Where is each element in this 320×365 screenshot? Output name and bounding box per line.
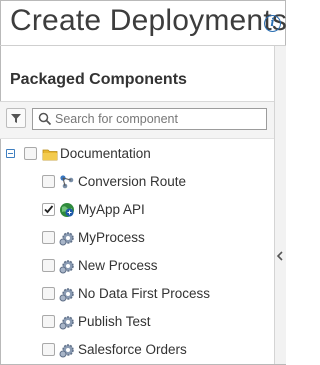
item-label: Conversion Route bbox=[78, 174, 187, 189]
process-gear-icon bbox=[59, 232, 74, 246]
info-icon[interactable]: i bbox=[264, 15, 281, 32]
tree-item-row[interactable]: MyProcess bbox=[0, 226, 274, 250]
process-gear-icon bbox=[59, 316, 74, 330]
process-gear-icon bbox=[59, 260, 74, 274]
folder-label: Documentation bbox=[60, 146, 151, 161]
item-label: New Process bbox=[78, 258, 158, 273]
title-divider bbox=[0, 45, 286, 46]
checkmark-icon bbox=[44, 205, 54, 214]
filter-icon bbox=[11, 114, 21, 123]
item-label: MyProcess bbox=[78, 230, 145, 245]
item-label: MyApp API bbox=[78, 202, 145, 217]
item-label: No Data First Process bbox=[78, 286, 211, 301]
folder-checkbox[interactable] bbox=[24, 147, 37, 160]
tree-item-row[interactable]: New Process bbox=[0, 254, 274, 278]
item-checkbox[interactable] bbox=[42, 231, 55, 244]
folder-icon bbox=[42, 149, 58, 161]
route-icon bbox=[60, 175, 74, 189]
tree-item-row[interactable]: Publish Test bbox=[0, 310, 274, 334]
page-title: Create Deployments bbox=[10, 4, 288, 37]
tree-item-row[interactable]: Conversion Route bbox=[0, 170, 274, 194]
item-label: Publish Test bbox=[78, 314, 151, 329]
item-checkbox[interactable] bbox=[42, 315, 55, 328]
tree-item-row[interactable]: No Data First Process bbox=[0, 282, 274, 306]
search-field[interactable] bbox=[32, 108, 267, 130]
tree-folder-row[interactable]: Documentation bbox=[0, 142, 274, 166]
item-label: Salesforce Orders bbox=[78, 342, 187, 357]
collapse-expander-icon[interactable] bbox=[6, 149, 15, 158]
chevron-left-icon[interactable] bbox=[275, 248, 285, 266]
item-checkbox[interactable] bbox=[42, 259, 55, 272]
item-checkbox[interactable] bbox=[42, 343, 55, 356]
collapsed-side-panel[interactable] bbox=[274, 46, 286, 364]
filter-button[interactable] bbox=[6, 108, 26, 128]
item-checkbox[interactable] bbox=[42, 287, 55, 300]
tree-item-row[interactable]: Salesforce Orders bbox=[0, 338, 274, 362]
search-input[interactable] bbox=[55, 110, 260, 128]
item-checkbox[interactable] bbox=[42, 175, 55, 188]
process-gear-icon bbox=[59, 288, 74, 302]
section-title: Packaged Components bbox=[10, 71, 187, 88]
tree-item-row[interactable]: MyApp API bbox=[0, 198, 274, 222]
process-gear-icon bbox=[59, 344, 74, 358]
api-globe-icon bbox=[60, 203, 74, 217]
search-icon bbox=[38, 112, 52, 126]
item-checkbox-checked[interactable] bbox=[42, 203, 55, 216]
